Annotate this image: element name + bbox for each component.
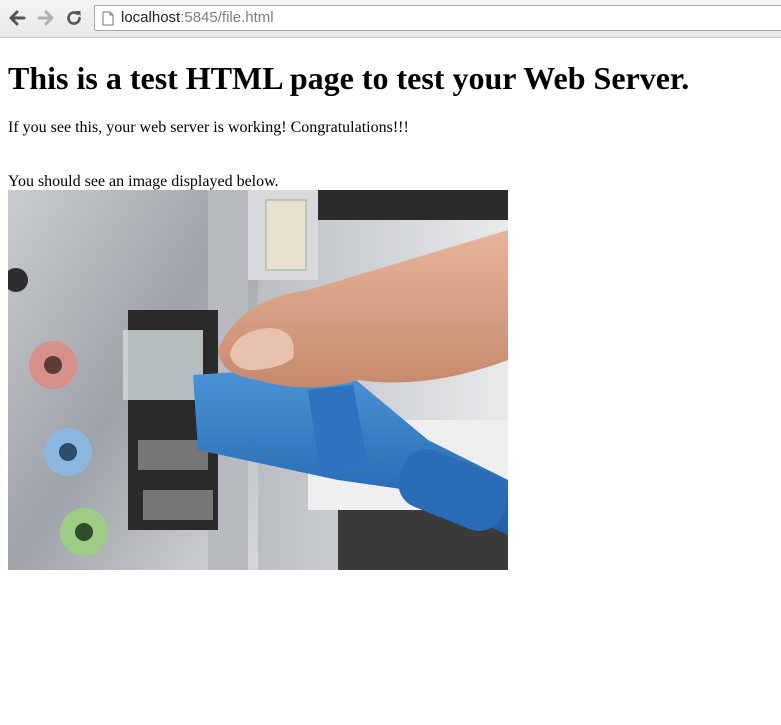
forward-button[interactable] (36, 8, 56, 28)
address-bar[interactable]: localhost:5845/file.html (94, 5, 781, 31)
success-message: If you see this, your web server is work… (8, 119, 409, 136)
reload-icon (67, 11, 81, 25)
ethernet-cable-photo (8, 190, 508, 570)
url-text[interactable]: localhost:5845/file.html (121, 9, 274, 27)
arrow-right-icon (37, 10, 54, 26)
page-heading: This is a test HTML page to test your We… (8, 60, 690, 96)
page-icon (102, 11, 114, 26)
reload-button[interactable] (64, 8, 84, 28)
back-button[interactable] (7, 8, 27, 28)
arrow-left-icon (9, 10, 26, 26)
url-path: :5845/file.html (180, 9, 274, 26)
url-host: localhost (121, 9, 181, 26)
image-notice: You should see an image displayed below. (8, 173, 279, 190)
browser-toolbar: localhost:5845/file.html (0, 0, 781, 38)
